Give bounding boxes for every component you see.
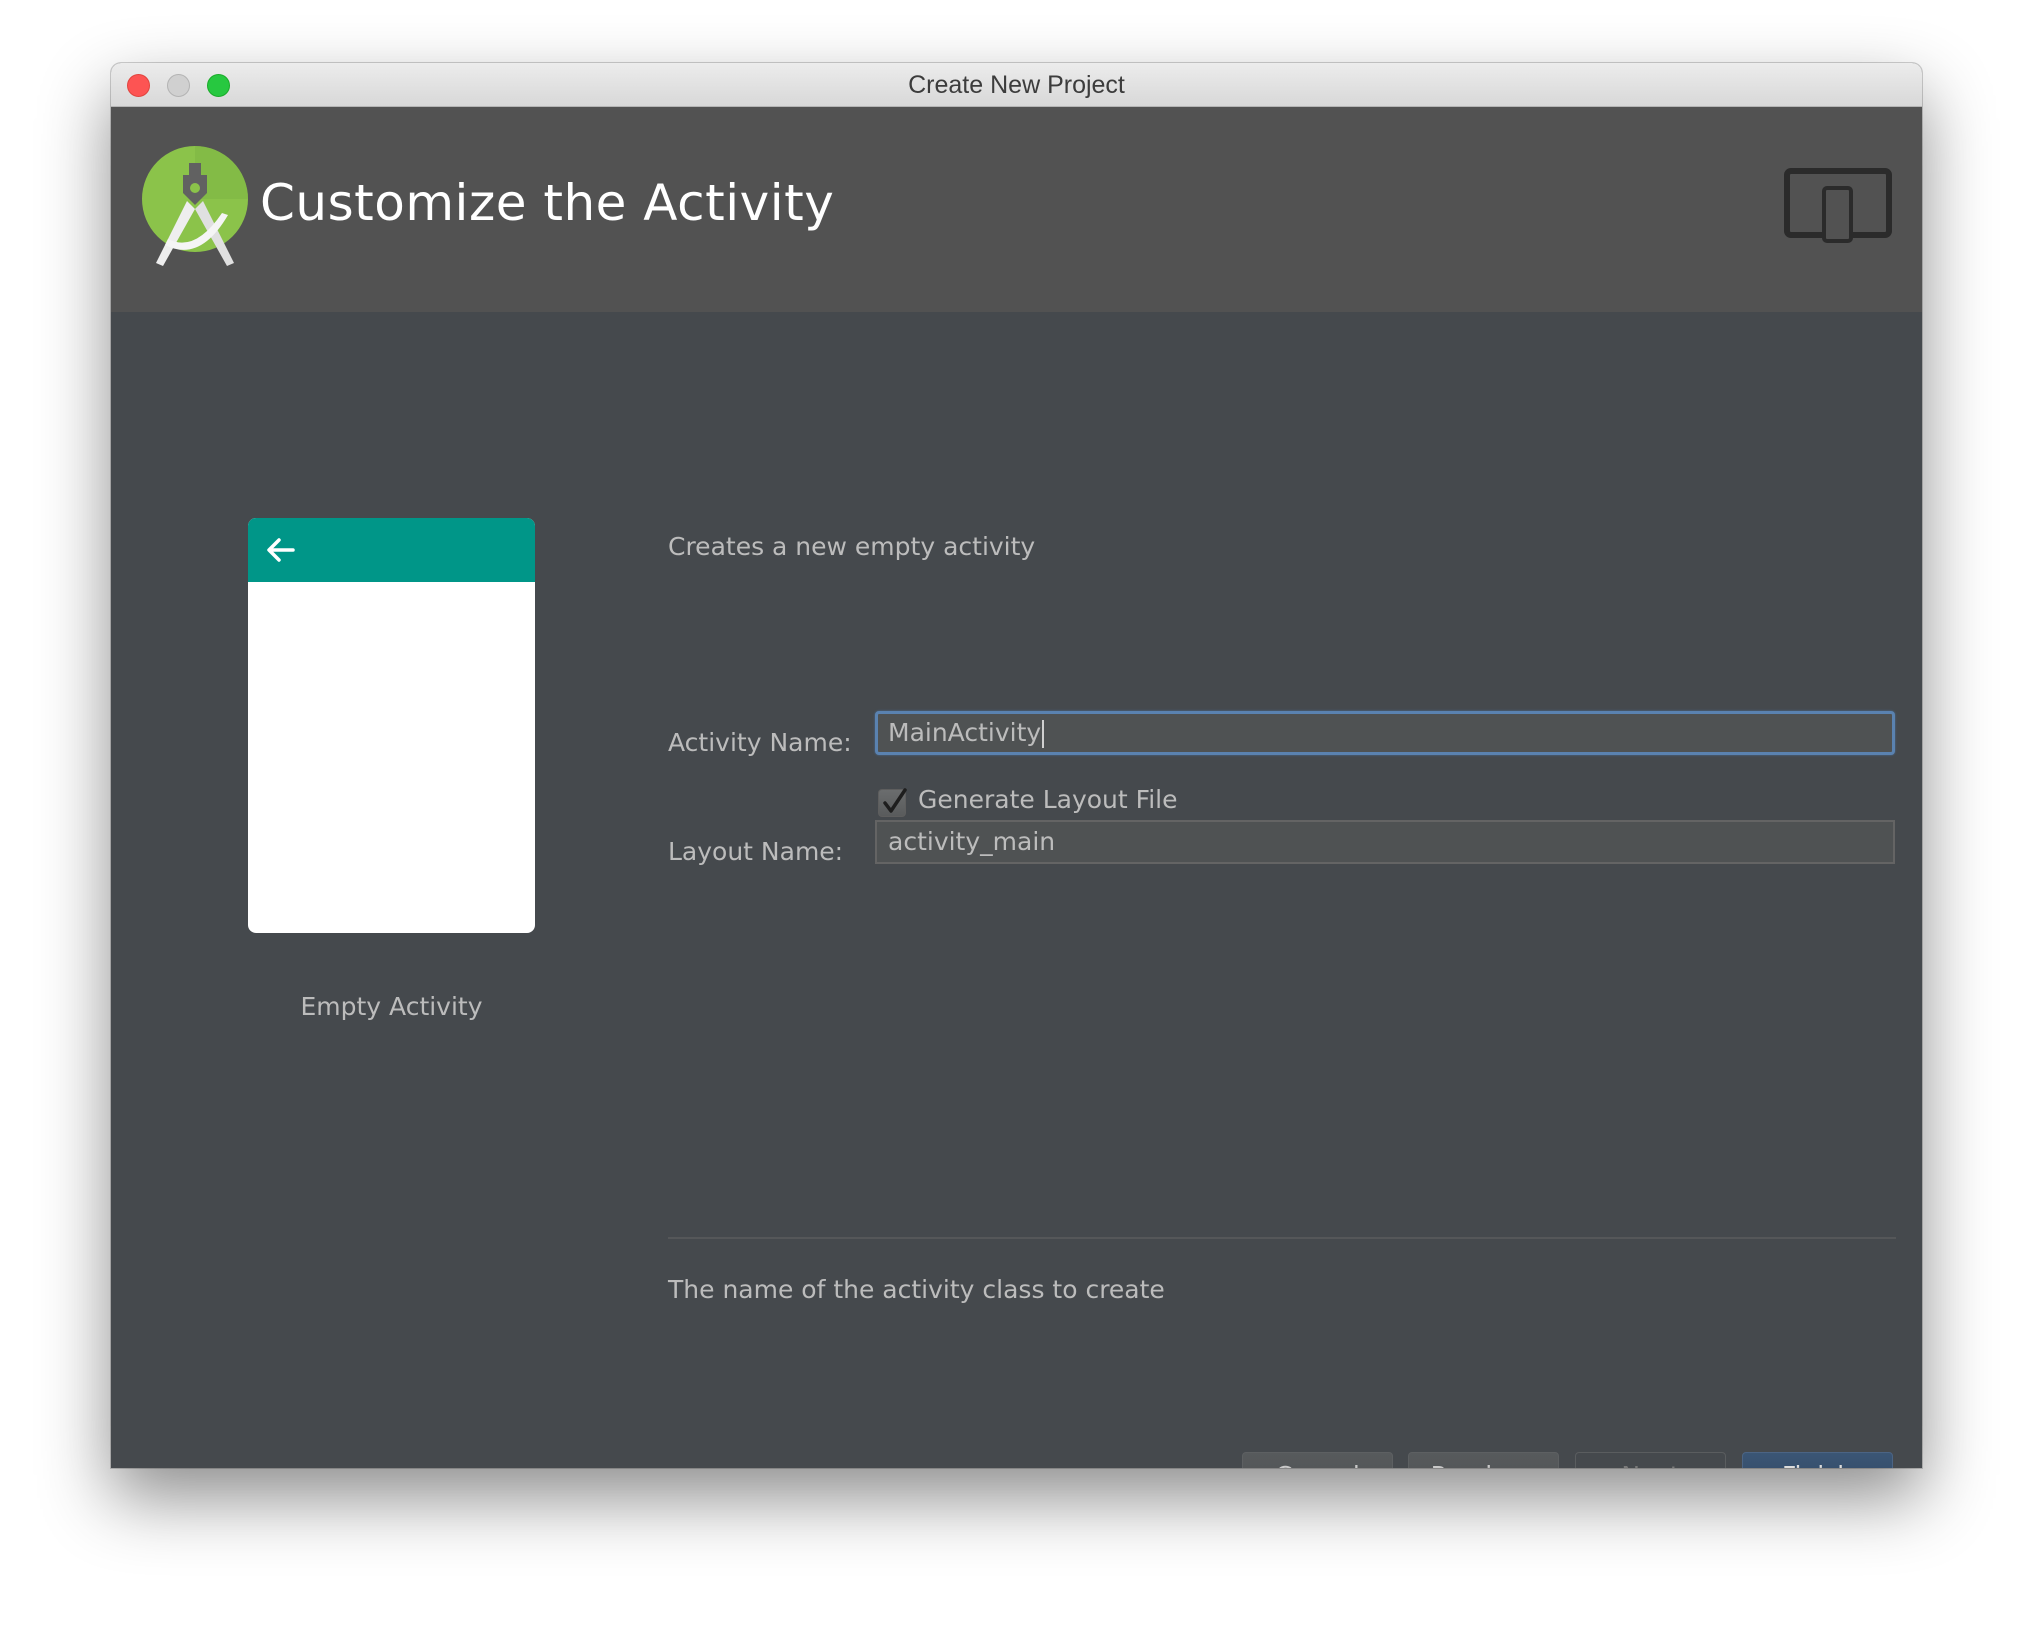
generate-layout-checkbox[interactable] — [878, 788, 907, 817]
cancel-button[interactable]: Cancel — [1242, 1452, 1393, 1468]
activity-name-value: MainActivity — [888, 718, 1042, 747]
arrow-back-icon — [267, 538, 295, 562]
activity-preview — [248, 518, 535, 933]
previous-button[interactable]: Previous — [1408, 1452, 1559, 1468]
title-bar: Create New Project — [111, 63, 1922, 107]
checkmark-icon — [883, 788, 907, 813]
window-title: Create New Project — [908, 71, 1125, 99]
wizard-content: Empty Activity Creates a new empty activ… — [111, 312, 1922, 1468]
activity-name-label: Activity Name: — [668, 728, 852, 757]
android-studio-logo-icon — [142, 146, 248, 266]
layout-name-value: activity_main — [888, 827, 1056, 856]
wizard-header: Customize the Activity — [111, 107, 1922, 312]
preview-toolbar — [248, 518, 535, 582]
activity-name-input[interactable]: MainActivity — [875, 711, 1895, 755]
tablet-phone-icon — [1784, 168, 1892, 243]
layout-name-input[interactable]: activity_main — [875, 820, 1895, 864]
next-button[interactable]: Next — [1575, 1452, 1726, 1468]
field-help-text: The name of the activity class to create — [668, 1275, 1165, 1304]
template-description: Creates a new empty activity — [668, 532, 1036, 561]
finish-button[interactable]: Finish — [1742, 1452, 1893, 1468]
generate-layout-label[interactable]: Generate Layout File — [918, 785, 1177, 814]
create-new-project-window: Create New Project Customize the Activit… — [111, 63, 1922, 1468]
separator — [668, 1237, 1896, 1239]
template-name-label: Empty Activity — [300, 992, 483, 1021]
page-title: Customize the Activity — [260, 174, 835, 232]
layout-name-label: Layout Name: — [668, 837, 844, 866]
text-caret — [1042, 720, 1045, 748]
